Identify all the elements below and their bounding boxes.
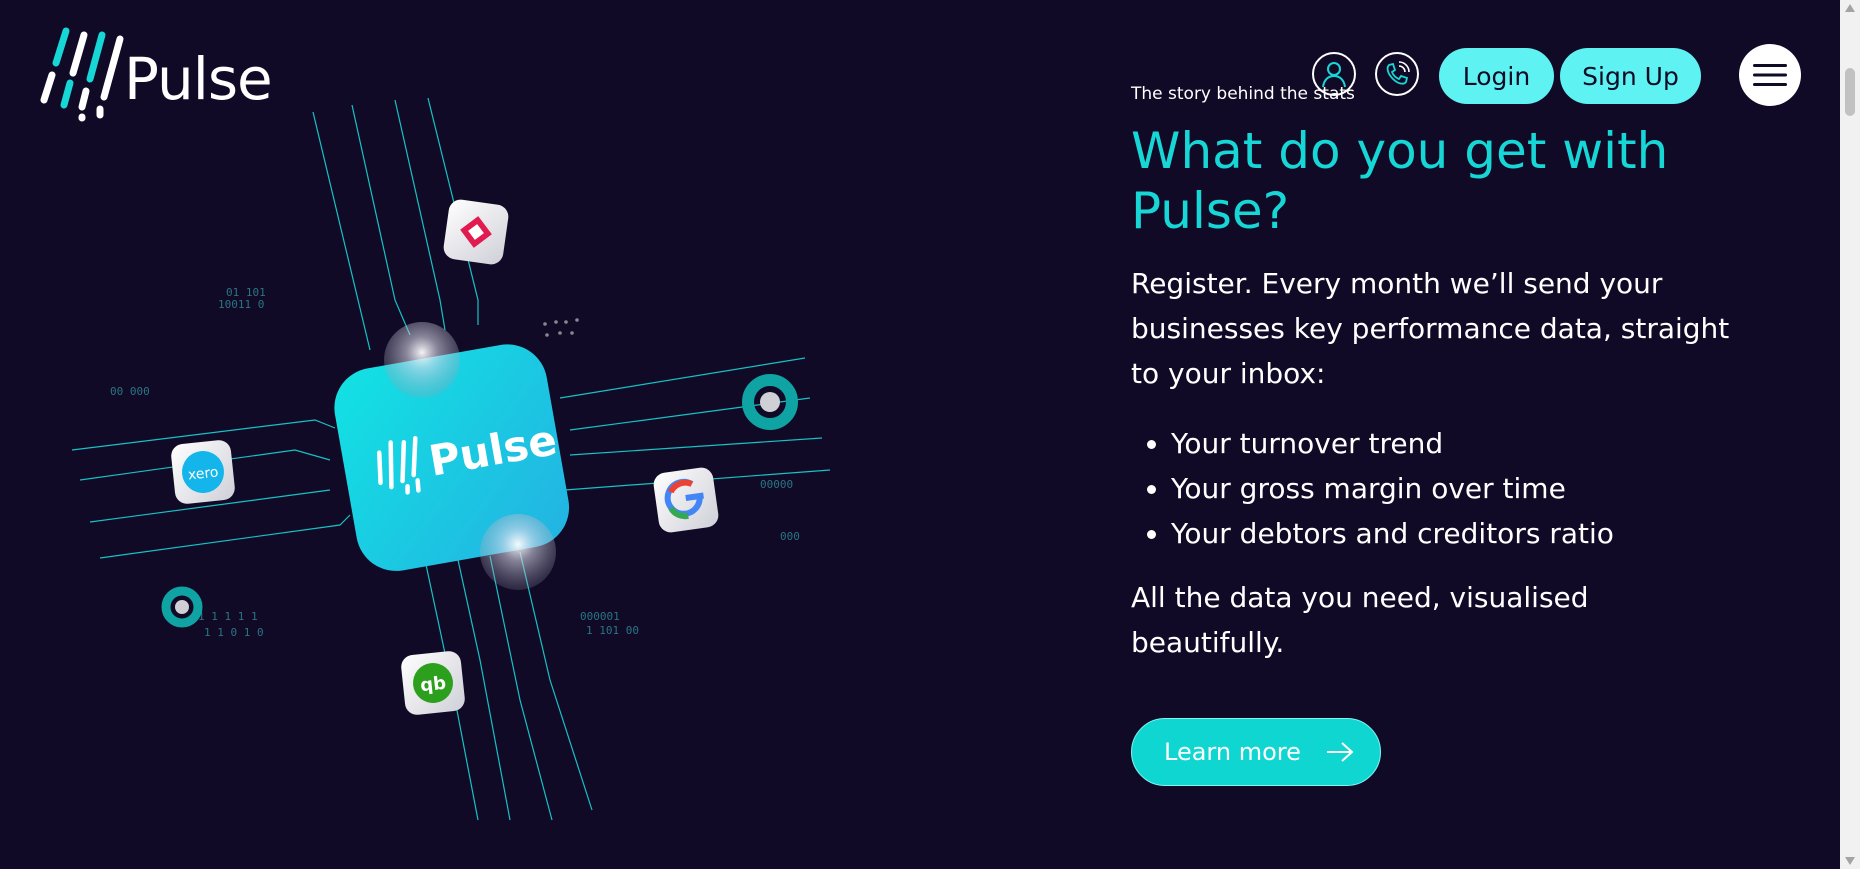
- scroll-thumb[interactable]: [1845, 68, 1855, 116]
- svg-text:1 1 0 1 0: 1 1 0 1 0: [204, 626, 264, 639]
- section-closing: All the data you need, visualised beauti…: [1131, 581, 1589, 659]
- signup-button[interactable]: Sign Up: [1560, 48, 1701, 104]
- page-scrollbar[interactable]: [1840, 0, 1860, 869]
- arrow-right-icon: [1327, 742, 1354, 762]
- glow-orb: [480, 514, 556, 590]
- quickbooks-logo-icon: qb: [401, 651, 465, 715]
- list-item: Your debtors and creditors ratio: [1171, 511, 1614, 556]
- ring-accent-right: [742, 374, 798, 430]
- login-button[interactable]: Login: [1439, 48, 1554, 104]
- section-heading: What do you get with Pulse?: [1131, 122, 1669, 240]
- phone-icon: [1386, 61, 1410, 85]
- scroll-up-icon[interactable]: [1845, 4, 1855, 12]
- learn-more-button[interactable]: Learn more: [1131, 718, 1381, 786]
- menu-button[interactable]: [1739, 44, 1801, 106]
- hero-illustration: 01 101 10011 0 00 000 00000 000 000001 1…: [71, 97, 831, 821]
- svg-text:xero: xero: [187, 464, 219, 483]
- svg-text:00 000: 00 000: [110, 385, 150, 398]
- section-lead: Register. Every month we’ll send your bu…: [1131, 267, 1730, 390]
- svg-text:1 101 00: 1 101 00: [586, 624, 639, 637]
- learn-more-label: Learn more: [1164, 738, 1301, 766]
- svg-text:qb: qb: [419, 673, 447, 697]
- svg-text:10011 0: 10011 0: [218, 298, 264, 311]
- hamburger-menu-icon: [1753, 64, 1787, 86]
- scroll-down-icon[interactable]: [1845, 857, 1855, 865]
- svg-text:00000: 00000: [760, 478, 793, 491]
- contact-button[interactable]: [1375, 52, 1419, 96]
- list-item: Your turnover trend: [1171, 421, 1614, 466]
- svg-text:000: 000: [780, 530, 800, 543]
- section-eyebrow: The story behind the stats: [1131, 84, 1355, 104]
- glow-orb: [384, 322, 460, 398]
- google-logo-icon: [653, 467, 719, 533]
- svg-text:000001: 000001: [580, 610, 620, 623]
- natwest-logo-icon: [443, 199, 509, 265]
- list-item: Your gross margin over time: [1171, 466, 1614, 511]
- svg-text:1 1 1 1 1: 1 1 1 1 1: [198, 610, 258, 623]
- xero-logo-icon: xero: [171, 440, 235, 504]
- benefit-list: Your turnover trend Your gross margin ov…: [1131, 421, 1614, 556]
- ring-accent-left: [161, 586, 203, 628]
